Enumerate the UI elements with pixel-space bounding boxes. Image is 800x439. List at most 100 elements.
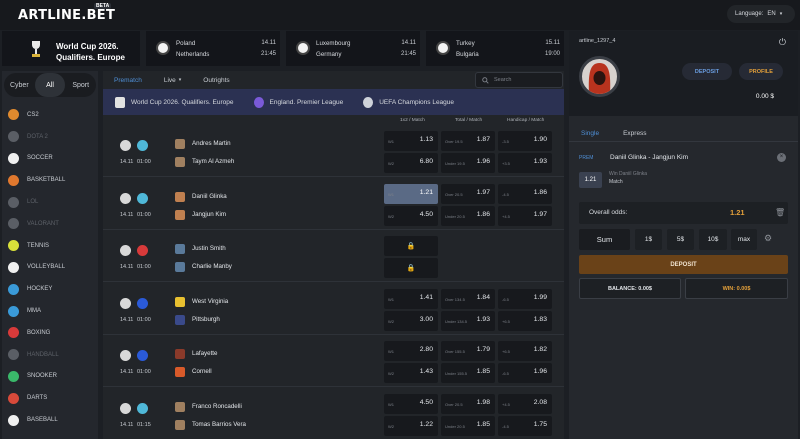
tab-all[interactable]: All (34, 73, 66, 97)
odds-value: 1.87 (476, 136, 490, 143)
language-selector[interactable]: Language: EN ▾ (727, 5, 795, 23)
odds-label: Over 155.5 (445, 349, 465, 354)
team-logo-icon (175, 244, 185, 254)
betslip-odd: 1.21 (579, 172, 602, 188)
sidebar-item-baseball[interactable]: BASEBALL (2, 409, 98, 431)
odds-button[interactable]: Over 134.5 1.84 (441, 288, 495, 309)
sidebar-item-label: HOCKEY (27, 286, 53, 293)
soccer-ball-icon (156, 41, 170, 55)
logout-icon[interactable]: ⏻ (779, 37, 786, 48)
odds-button[interactable]: Under 134.5 1.93 (441, 310, 495, 331)
sidebar-item-label: DARTS (27, 395, 48, 402)
tab-outrights[interactable]: Outrights (192, 71, 240, 89)
betslip-balance: BALANCE: 0.00$ (579, 278, 681, 299)
sidebar-item-basketball[interactable]: BASKETBALL (2, 169, 98, 191)
betslip-potential-win: WIN: 0.00$ (685, 278, 788, 299)
sport-list: CS2 DOTA 2 SOCCER BASKETBALL LOL VALORANT TENN… (2, 104, 98, 431)
odds-button[interactable]: +6.5 1.82 (498, 341, 552, 361)
sidebar-item-dota2[interactable]: DOTA 2 (2, 126, 98, 148)
sidebar-item-darts[interactable]: DARTS (2, 387, 98, 409)
odds-button[interactable]: W2 1.22 (384, 415, 438, 436)
odds-label: Over 134.5 (445, 296, 465, 302)
tennis-icon (8, 240, 19, 252)
odds-label: Under 20.5 (445, 213, 465, 219)
odds-button[interactable]: +4.5 2.08 (498, 393, 552, 414)
quick-amount-button[interactable]: 10$ (699, 229, 727, 250)
odds-button[interactable]: Under 19.5 1.96 (441, 153, 495, 173)
odds-button[interactable]: W2 3.00 (384, 310, 438, 331)
close-icon[interactable]: × (777, 153, 786, 162)
stake-input[interactable]: Sum (579, 229, 630, 250)
odds-button[interactable]: W2 1.43 (384, 363, 438, 383)
odds-label: -6.5 (502, 296, 509, 302)
sidebar-item-boxing[interactable]: BOXING (2, 322, 98, 344)
league-filter-world-cup[interactable]: World Cup 2026. Qualifiers. Europe (115, 96, 234, 108)
odds-button[interactable]: W1 2.80 (384, 341, 438, 361)
odds-button[interactable]: Over 155.5 1.79 (441, 341, 495, 361)
odds-button[interactable]: W1 1.21 (384, 183, 438, 204)
odds-button[interactable]: Under 20.5 1.86 (441, 205, 495, 226)
tab-single[interactable]: Single (569, 126, 611, 141)
deposit-button[interactable]: DEPOSIT (682, 63, 732, 80)
odds-button[interactable]: W1 1.13 (384, 131, 438, 151)
odds-button[interactable]: Under 155.5 1.85 (441, 363, 495, 383)
sidebar-item-lol[interactable]: LOL (2, 191, 98, 213)
odds-button[interactable]: -4.5 1.86 (498, 183, 552, 204)
sidebar-item-cs2[interactable]: CS2 (2, 104, 98, 126)
league-filter-champions-league[interactable]: UEFA Champions League (363, 96, 454, 108)
league-filter-premier-league[interactable]: England. Premier League (253, 96, 343, 108)
team-logo-icon (175, 157, 185, 167)
odds-button[interactable]: +3.5 1.93 (498, 153, 552, 173)
featured-league-card[interactable]: World Cup 2026. Qualifiers. Europe (2, 31, 140, 66)
featured-match-card[interactable]: Turkey Bulgaria 15.11 19:00 (426, 31, 564, 66)
sidebar-item-tennis[interactable]: TENNIS (2, 235, 98, 257)
featured-match-card[interactable]: Poland Netherlands 14.11 21:45 (146, 31, 280, 66)
odds-button[interactable]: -3.5 1.90 (498, 131, 552, 151)
sidebar-item-volleyball[interactable]: VOLLEYBALL (2, 257, 98, 279)
team-name: Charlie Manby (192, 263, 232, 270)
quick-amount-max-button[interactable]: max (731, 229, 757, 250)
odds-value: 1.97 (476, 188, 490, 196)
featured-match-card[interactable]: Luxembourg Germany 14.11 21:45 (286, 31, 420, 66)
match-time: 21:45 (400, 51, 416, 57)
quick-amount-button[interactable]: 5$ (667, 229, 694, 250)
odds-button[interactable]: -6.5 1.96 (498, 363, 552, 383)
tab-express[interactable]: Express (611, 126, 658, 141)
odds-button[interactable]: W2 4.50 (384, 205, 438, 226)
gear-icon[interactable]: ⚙ (764, 233, 772, 244)
odds-button[interactable]: W1 1.41 (384, 288, 438, 309)
odds-button[interactable]: Over 19.5 1.87 (441, 131, 495, 151)
site-logo[interactable]: ARTLINE.BET (18, 8, 115, 23)
sidebar-item-mma[interactable]: MMA (2, 300, 98, 322)
odds-button[interactable]: W1 4.50 (384, 393, 438, 414)
sidebar-item-snooker[interactable]: SNOOKER (2, 366, 98, 388)
betslip-deposit-button[interactable]: DEPOSIT (579, 255, 788, 274)
sidebar-item-hockey[interactable]: HOCKEY (2, 278, 98, 300)
sidebar-item-label: LOL (27, 199, 39, 206)
search-input[interactable]: Search (475, 72, 563, 88)
tab-cyber[interactable]: Cyber (4, 73, 35, 97)
avatar[interactable] (579, 56, 620, 97)
odds-button[interactable]: +4.5 1.97 (498, 205, 552, 226)
odds-button[interactable]: W2 6.80 (384, 153, 438, 173)
odds-button[interactable]: +6.5 1.83 (498, 310, 552, 331)
odds-button[interactable]: Over 20.5 1.97 (441, 183, 495, 204)
match-row: Andres Martin Taym Al Azmeh 14.11 01:00 W1 1.… (103, 127, 564, 177)
odds-label: W1 (388, 139, 394, 144)
odds-value: 1.13 (419, 136, 433, 143)
odds-button[interactable]: -4.5 1.75 (498, 415, 552, 436)
featured-league-title: World Cup 2026. Qualifiers. Europe (56, 42, 125, 62)
trash-icon[interactable]: 🗑 (775, 208, 785, 217)
profile-button[interactable]: PROFILE (739, 63, 783, 80)
odds-button[interactable]: Over 20.5 1.98 (441, 393, 495, 414)
odds-button[interactable]: -6.5 1.99 (498, 288, 552, 309)
tab-prematch[interactable]: Prematch (103, 71, 153, 89)
sidebar-item-handball[interactable]: HANDBALL (2, 344, 98, 366)
sidebar-item-soccer[interactable]: SOCCER (2, 148, 98, 170)
tab-sport[interactable]: Sport (65, 73, 96, 97)
quick-amount-button[interactable]: 1$ (635, 229, 662, 250)
sidebar-item-valorant[interactable]: VALORANT (2, 213, 98, 235)
tab-live[interactable]: Live ▾ (153, 71, 192, 89)
odds-button[interactable]: Under 20.5 1.85 (441, 415, 495, 436)
match-time: 01:00 (137, 316, 151, 323)
